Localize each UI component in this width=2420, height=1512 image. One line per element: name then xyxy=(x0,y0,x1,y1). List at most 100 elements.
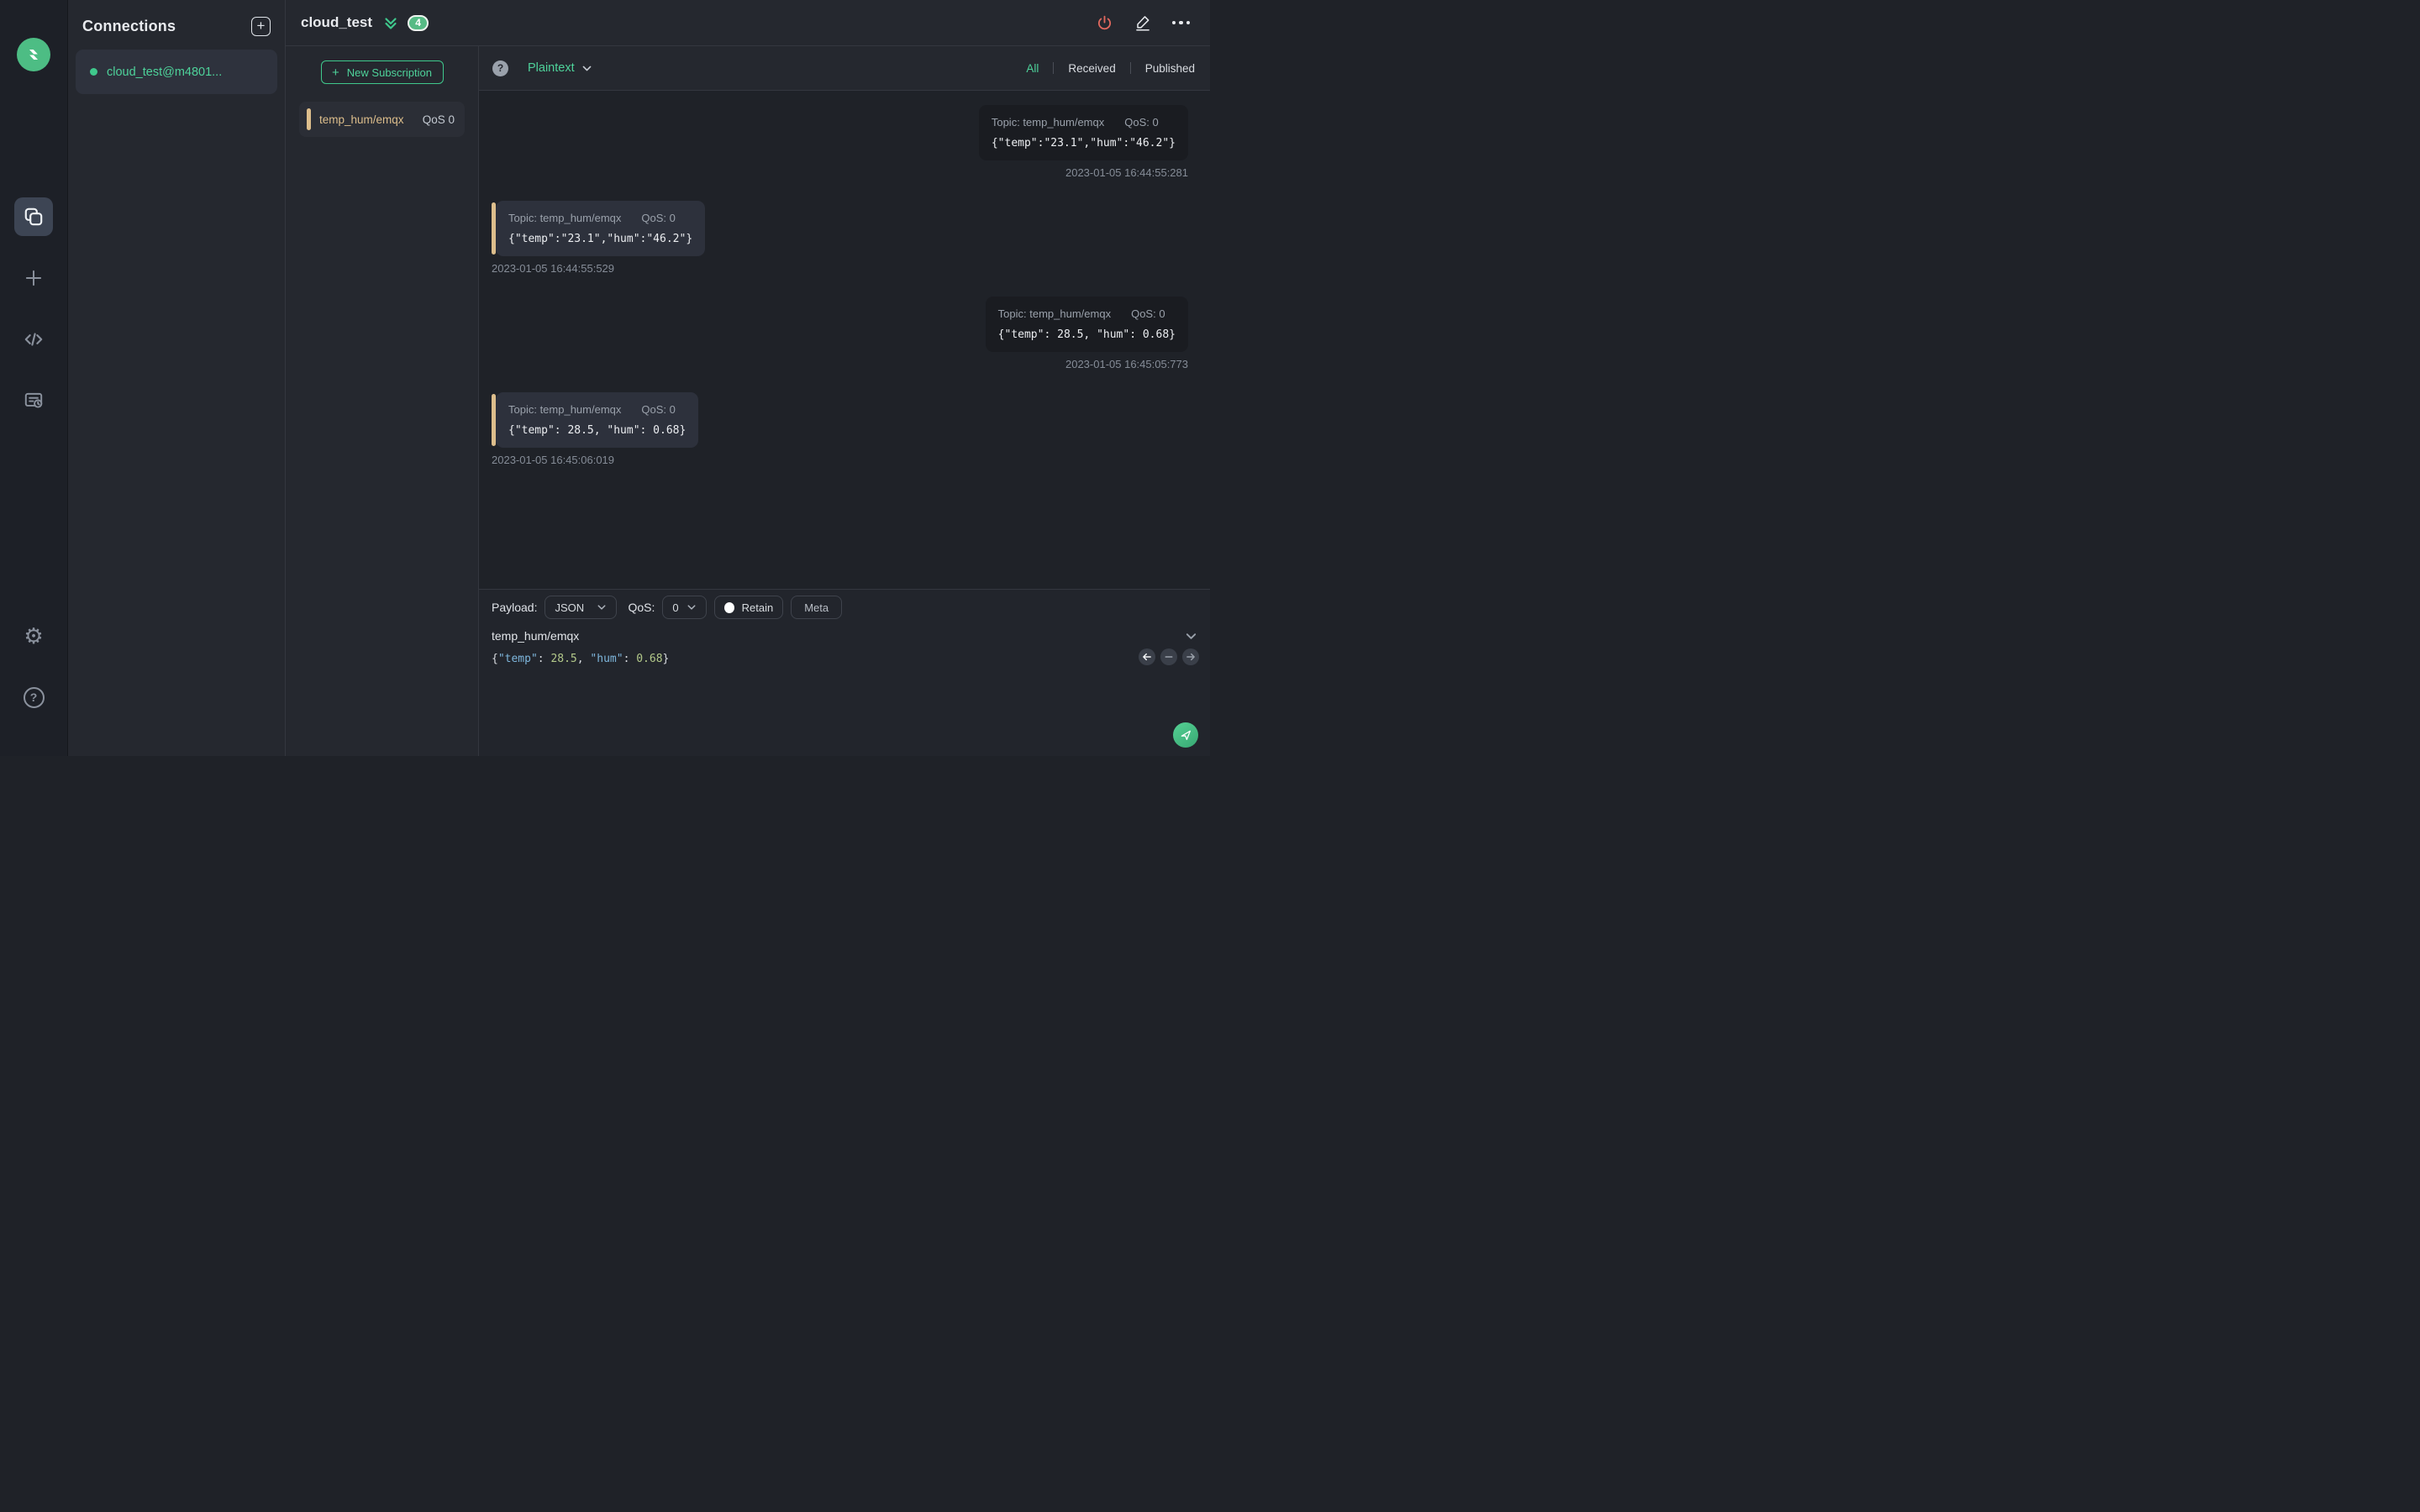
publish-toolbar: Payload: JSON QoS: 0 Retain Meta xyxy=(479,590,1210,625)
message-published: Topic: temp_hum/emqx QoS: 0 {"temp":"23.… xyxy=(978,105,1188,179)
workspace: cloud_test 4 + New Subscription temp_hum… xyxy=(286,0,1210,756)
message-card: Topic: temp_hum/emqx QoS: 0 {"temp":"23.… xyxy=(496,201,706,256)
divider xyxy=(1129,62,1131,74)
message-timestamp: 2023-01-05 16:45:06:019 xyxy=(492,454,615,466)
subscriptions-column: + New Subscription temp_hum/emqx QoS 0 xyxy=(286,46,479,756)
mqttx-app: ⚙ ? Connections + cloud_test@m4801... cl… xyxy=(0,0,1210,756)
message-timestamp: 2023-01-05 16:45:05:773 xyxy=(1065,358,1188,370)
message-history-nav xyxy=(1139,648,1199,665)
message-qos: QoS: 0 xyxy=(641,403,676,416)
connections-nav-button[interactable] xyxy=(14,197,53,236)
arrow-right-icon xyxy=(1186,652,1196,662)
double-chevron-down-icon xyxy=(382,14,399,31)
connections-panel: Connections + cloud_test@m4801... xyxy=(68,0,286,756)
payload-help-icon[interactable]: ? xyxy=(492,60,508,76)
connections-title: Connections xyxy=(82,18,176,34)
retain-toggle[interactable]: Retain xyxy=(713,596,784,619)
help-button[interactable]: ? xyxy=(14,678,53,717)
filter-all[interactable]: All xyxy=(1024,62,1040,75)
connected-status-dot xyxy=(90,68,97,76)
payload-label: Payload: xyxy=(492,601,538,614)
connection-name: cloud_test@m4801... xyxy=(107,65,223,79)
message-qos: QoS: 0 xyxy=(1131,307,1165,320)
history-clear-button[interactable] xyxy=(1160,648,1177,665)
filter-received[interactable]: Received xyxy=(1066,62,1117,75)
message-topic: Topic: temp_hum/emqx xyxy=(991,116,1105,129)
message-timestamp: 2023-01-05 16:44:55:529 xyxy=(492,262,615,275)
payload-editor[interactable]: {"temp": 28.5, "hum": 0.68} xyxy=(479,646,1210,756)
message-published: Topic: temp_hum/emqx QoS: 0 {"temp": 28.… xyxy=(985,297,1188,370)
message-topic: Topic: temp_hum/emqx xyxy=(508,212,622,224)
script-nav-button[interactable] xyxy=(14,320,53,359)
chevron-down-icon xyxy=(687,602,697,612)
message-timestamp: 2023-01-05 16:44:55:281 xyxy=(1065,166,1188,179)
subscription-qos: QoS 0 xyxy=(422,113,455,126)
messages-pane: ? Plaintext All Received Published Topic… xyxy=(479,46,1210,756)
log-icon xyxy=(23,390,45,412)
help-icon: ? xyxy=(23,686,45,708)
connections-icon xyxy=(23,206,45,228)
history-prev-button[interactable] xyxy=(1139,648,1155,665)
pencil-icon xyxy=(1134,14,1151,31)
rail-nav xyxy=(14,197,53,420)
plus-icon: + xyxy=(256,18,266,34)
chevron-down-icon xyxy=(597,602,607,612)
send-button[interactable] xyxy=(1173,722,1198,748)
ellipsis-icon xyxy=(1171,20,1190,25)
message-received: Topic: temp_hum/emqx QoS: 0 {"temp":"23.… xyxy=(492,201,706,275)
minus-icon xyxy=(1164,652,1174,662)
message-received: Topic: temp_hum/emqx QoS: 0 {"temp": 28.… xyxy=(492,392,699,466)
settings-button[interactable]: ⚙ xyxy=(14,617,53,655)
meta-button[interactable]: Meta xyxy=(791,596,843,619)
message-list: Topic: temp_hum/emqx QoS: 0 {"temp":"23.… xyxy=(479,91,1210,589)
log-nav-button[interactable] xyxy=(14,381,53,420)
filter-published[interactable]: Published xyxy=(1144,62,1197,75)
subscription-color-bar xyxy=(307,108,311,130)
connection-item[interactable]: cloud_test@m4801... xyxy=(76,50,277,94)
add-connection-button[interactable]: + xyxy=(251,17,271,36)
message-payload: {"temp": 28.5, "hum": 0.68} xyxy=(508,424,687,437)
message-qos: QoS: 0 xyxy=(1124,116,1159,129)
more-menu-button[interactable] xyxy=(1171,20,1190,25)
history-next-button[interactable] xyxy=(1182,648,1199,665)
message-format-select[interactable]: Plaintext xyxy=(528,61,592,75)
code-icon xyxy=(23,328,45,350)
subscription-count-badge: 4 xyxy=(408,14,429,31)
chevron-down-icon[interactable] xyxy=(1185,630,1197,643)
paper-plane-icon xyxy=(1179,728,1192,742)
message-card: Topic: temp_hum/emqx QoS: 0 {"temp": 28.… xyxy=(985,297,1188,352)
retain-toggle-dot xyxy=(723,601,734,613)
new-connection-nav-button[interactable] xyxy=(14,259,53,297)
subscription-topic: temp_hum/emqx xyxy=(319,113,404,126)
message-card: Topic: temp_hum/emqx QoS: 0 {"temp": 28.… xyxy=(496,392,699,448)
topic-input[interactable]: temp_hum/emqx xyxy=(479,625,1210,646)
message-payload: {"temp":"23.1","hum":"46.2"} xyxy=(508,233,693,245)
publish-panel: Payload: JSON QoS: 0 Retain Meta temp_hu… xyxy=(479,589,1210,756)
subscription-item[interactable]: temp_hum/emqx QoS 0 xyxy=(299,102,465,137)
qos-select[interactable]: 0 xyxy=(662,596,707,619)
icon-rail: ⚙ ? xyxy=(0,0,68,756)
qos-label: QoS: xyxy=(628,601,655,614)
message-qos: QoS: 0 xyxy=(641,212,676,224)
rail-bottom: ⚙ ? xyxy=(14,617,53,717)
edit-connection-button[interactable] xyxy=(1134,14,1151,31)
disconnect-button[interactable] xyxy=(1096,14,1113,32)
message-payload: {"temp": 28.5, "hum": 0.68} xyxy=(997,328,1176,341)
plus-icon xyxy=(23,267,45,289)
arrow-left-icon xyxy=(1142,652,1152,662)
collapse-all-button[interactable] xyxy=(382,14,399,31)
message-payload: {"temp":"23.1","hum":"46.2"} xyxy=(991,137,1176,150)
payload-format-select[interactable]: JSON xyxy=(544,596,618,619)
messages-toolbar: ? Plaintext All Received Published xyxy=(479,46,1210,91)
gear-icon: ⚙ xyxy=(24,623,44,648)
plus-icon: + xyxy=(332,65,339,80)
new-subscription-button[interactable]: + New Subscription xyxy=(320,60,444,84)
power-icon xyxy=(1096,14,1113,32)
chevron-down-icon xyxy=(581,63,592,74)
divider xyxy=(1053,62,1055,74)
connection-title: cloud_test xyxy=(301,14,373,30)
message-topic: Topic: temp_hum/emqx xyxy=(997,307,1112,320)
message-card: Topic: temp_hum/emqx QoS: 0 {"temp":"23.… xyxy=(978,105,1188,160)
mqttx-logo-icon xyxy=(17,38,50,71)
message-topic: Topic: temp_hum/emqx xyxy=(508,403,622,416)
